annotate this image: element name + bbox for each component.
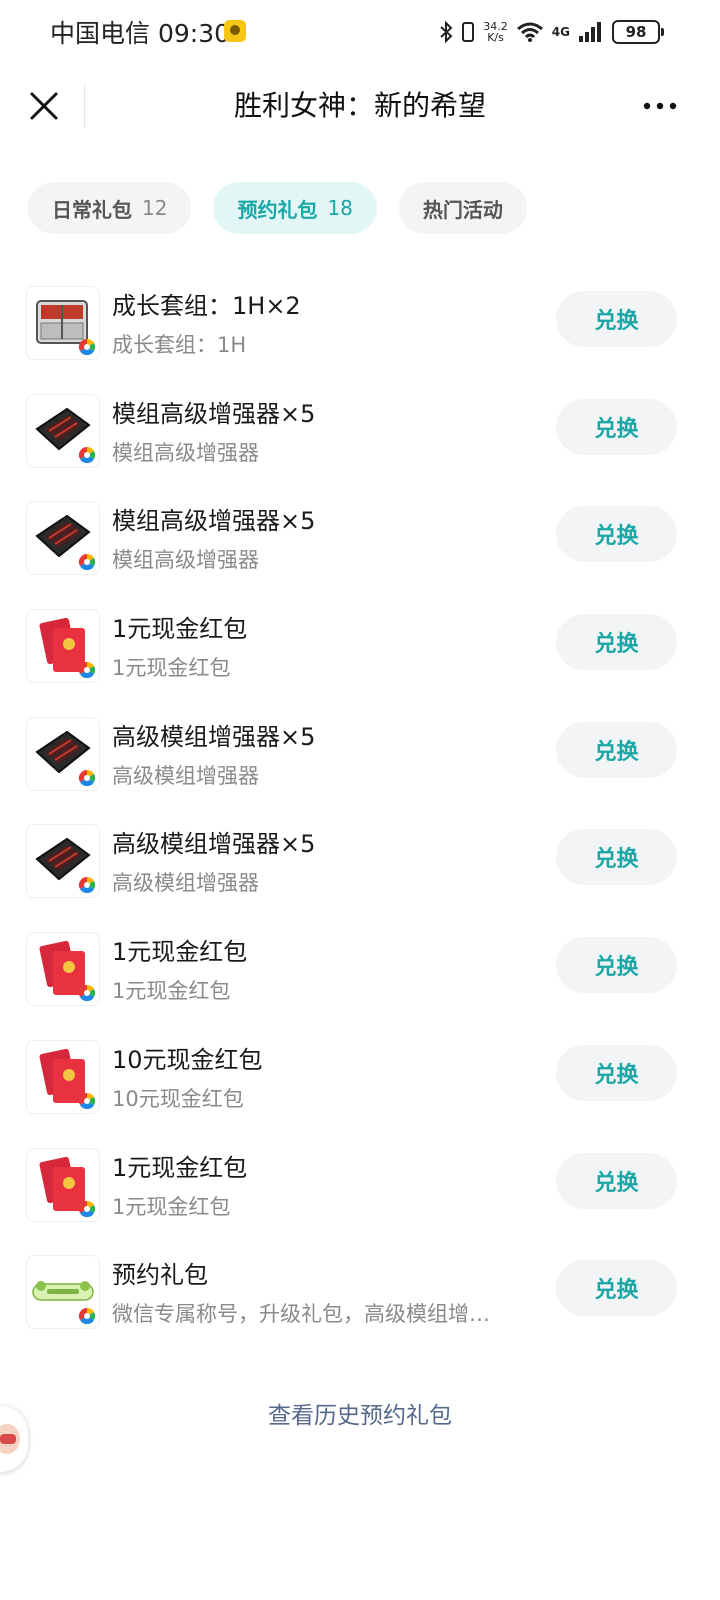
gift-desc: 1元现金红包: [112, 979, 231, 1004]
gift-row: 模组高级增强器×5 模组高级增强器 兑换: [0, 479, 720, 587]
game-badge-icon: [78, 662, 96, 679]
redeem-button[interactable]: 兑换: [556, 291, 677, 347]
app-header: 胜利女神：新的希望: [0, 64, 720, 148]
module-enhancer-icon: [26, 716, 100, 791]
red-envelope-icon: [26, 932, 100, 1007]
tab-label: 热门活动: [422, 197, 503, 222]
wifi-icon: [516, 22, 543, 42]
tab-reservation-gifts[interactable]: 预约礼包 18: [213, 182, 377, 234]
tab-daily-gifts[interactable]: 日常礼包 12: [28, 182, 192, 234]
game-badge-icon: [78, 554, 96, 571]
redeem-button[interactable]: 兑换: [556, 1260, 677, 1317]
gift-name: 高级模组增强器×5: [112, 722, 316, 751]
red-envelope-icon: [26, 1039, 100, 1114]
gift-desc: 1元现金红包: [112, 1194, 231, 1219]
game-badge-icon: [78, 446, 96, 463]
red-envelope-icon: [26, 1147, 100, 1222]
tab-label: 日常礼包: [52, 197, 132, 222]
gift-list: 成长套组：1H×2 成长套组：1H 兑换 模组高级增强器×5 模组高级增强器 兑换 模组高级…: [0, 264, 720, 1341]
gift-name: 1元现金红包: [112, 1153, 248, 1182]
gift-desc: 模组高级增强器: [112, 548, 259, 573]
redeem-button[interactable]: 兑换: [556, 1152, 677, 1209]
redeem-button[interactable]: 兑换: [556, 506, 677, 563]
more-button[interactable]: [640, 90, 680, 122]
bluetooth-icon: [440, 21, 453, 43]
battery-level: 98: [625, 23, 647, 41]
gift-row: 1元现金红包 1元现金红包 兑换: [0, 910, 720, 1018]
carrier-time: 中国电信 09:30: [50, 14, 230, 50]
redeem-button[interactable]: 兑换: [556, 398, 677, 455]
gift-row: 高级模组增强器×5 高级模组增强器 兑换: [0, 802, 720, 910]
gift-name: 1元现金红包: [112, 938, 248, 967]
gift-desc: 成长套组：1H: [112, 333, 247, 357]
game-badge-icon: [78, 1308, 96, 1325]
view-history-gifts-link[interactable]: 查看历史预约礼包: [0, 1396, 720, 1430]
gift-name: 预约礼包: [112, 1261, 208, 1290]
gift-row: 成长套组：1H×2 成长套组：1H 兑换: [0, 264, 720, 372]
gift-row: 10元现金红包 10元现金红包 兑换: [0, 1018, 720, 1126]
clock: 09:30: [157, 19, 231, 48]
gift-name: 成长套组：1H×2: [112, 292, 301, 320]
gift-name: 10元现金红包: [112, 1045, 263, 1074]
gift-desc: 高级模组增强器: [112, 763, 259, 788]
gift-row: 1元现金红包 1元现金红包 兑换: [0, 1126, 720, 1234]
game-badge-icon: [78, 985, 96, 1002]
gift-row: 模组高级增强器×5 模组高级增强器 兑换: [0, 372, 720, 480]
red-envelope-icon: [26, 609, 100, 684]
notification-app-icon: [224, 20, 246, 42]
module-enhancer-icon: [26, 824, 100, 899]
redeem-button[interactable]: 兑换: [556, 721, 677, 778]
gift-desc: 高级模组增强器: [112, 871, 259, 896]
gift-name: 模组高级增强器×5: [112, 399, 316, 428]
tab-count: 18: [327, 196, 353, 220]
gift-tabs: 日常礼包 12 预约礼包 18 热门活动: [28, 182, 527, 234]
status-bar: 中国电信 09:30 34.2 K/s 4G 98: [0, 0, 720, 64]
tab-count: 12: [142, 196, 168, 220]
network-type: 4G: [551, 25, 570, 39]
speed-unit: K/s: [487, 31, 504, 44]
gift-desc: 模组高级增强器: [112, 440, 259, 465]
redeem-button[interactable]: 兑换: [556, 829, 677, 886]
more-icon: [643, 102, 677, 110]
redeem-button[interactable]: 兑换: [556, 1044, 677, 1101]
status-icons: 34.2 K/s 4G 98: [439, 16, 664, 48]
game-badge-icon: [78, 338, 96, 356]
network-speed: 34.2 K/s: [483, 21, 508, 43]
tab-label: 预约礼包: [237, 197, 318, 222]
game-badge-icon: [78, 877, 96, 894]
gift-name: 高级模组增强器×5: [112, 830, 316, 859]
wechat-title-badge-icon: [26, 1255, 100, 1330]
tab-hot-events[interactable]: 热门活动: [398, 182, 527, 234]
supply-crate-icon: [26, 286, 100, 360]
module-enhancer-icon: [26, 393, 100, 468]
vibrate-icon: [462, 22, 475, 42]
page-title: 胜利女神：新的希望: [233, 89, 486, 122]
gift-name: 模组高级增强器×5: [112, 507, 316, 536]
redeem-button[interactable]: 兑换: [556, 937, 677, 994]
gift-name: 1元现金红包: [112, 615, 248, 644]
gift-desc: 10元现金红包: [112, 1086, 244, 1111]
signal-icon: [579, 22, 601, 42]
gift-row: 预约礼包微信专属称号，升级礼包，高级模组增… 兑换: [0, 1233, 720, 1341]
battery-icon: 98: [612, 20, 664, 44]
gift-desc: 微信专属称号，升级礼包，高级模组增…: [112, 1302, 490, 1327]
carrier-name: 中国电信: [50, 19, 151, 48]
gift-row: 1元现金红包 1元现金红包 兑换: [0, 587, 720, 695]
game-badge-icon: [78, 769, 96, 786]
redeem-button[interactable]: 兑换: [556, 614, 677, 671]
game-badge-icon: [78, 1092, 96, 1109]
gift-desc: 1元现金红包: [112, 656, 231, 681]
game-badge-icon: [78, 1200, 96, 1217]
module-enhancer-icon: [26, 501, 100, 576]
gift-row: 高级模组增强器×5 高级模组增强器 兑换: [0, 695, 720, 803]
